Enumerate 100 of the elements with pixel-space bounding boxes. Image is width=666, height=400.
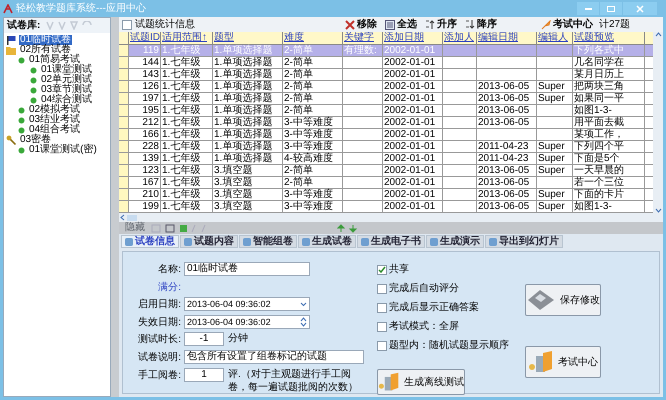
table-cell: 一天早晨的 (574, 166, 624, 176)
checkbox[interactable] (377, 322, 387, 332)
column-header[interactable]: 试题预览 (573, 32, 645, 44)
toolbar-button[interactable]: 降序 (465, 17, 497, 32)
table-cell: 139 (142, 154, 159, 164)
scroll-thumb[interactable] (127, 214, 137, 220)
table-cell: 2002-01-01 (384, 154, 436, 164)
exam-center-button[interactable]: 考试中心 (541, 17, 593, 32)
table-cell: 2-简单 (284, 166, 313, 176)
table-cell: 几名同学在 (574, 58, 624, 68)
tree-item[interactable]: 02模拟考试 (28, 105, 82, 115)
tree-item[interactable]: 02所有试卷 (19, 45, 72, 55)
tree-item[interactable]: 01简易考试 (28, 55, 82, 65)
table-cell: 2002-01-01 (384, 70, 436, 80)
table-row[interactable]: 123 1.七年级 3.填空题 2-简单 2002-01-01 2013-06-05 Super 一天早晨的 (119, 165, 653, 177)
table-cell: 2-简单 (284, 94, 313, 104)
table-cell: 2002-01-01 (384, 130, 436, 140)
tree-item[interactable]: 04综合测试 (40, 95, 94, 105)
table-row[interactable]: 143 1.七年级 1.单项选择题 2-简单 2002-01-01 某月日历上 (119, 69, 653, 81)
table-cell: 1.七年级 (162, 178, 200, 188)
table-cell: 1.单项选择题 (214, 94, 272, 104)
date-field[interactable]: 2013-06-04 09:36:02 (184, 297, 310, 312)
vertical-scrollbar[interactable] (653, 32, 663, 213)
checkbox[interactable] (377, 284, 387, 294)
checkbox-label: 完成后显示正确答案 (389, 300, 479, 315)
table-cell: 2013-06-05 (478, 82, 530, 92)
toolbar-button[interactable]: 全选 (385, 17, 417, 32)
column-header[interactable]: 试题ID (129, 32, 161, 44)
horizontal-scrollbar[interactable] (119, 213, 663, 222)
name-field[interactable]: 01临时试卷 (184, 262, 310, 276)
number-field[interactable]: 1 (184, 368, 224, 382)
maximize-button[interactable] (600, 2, 622, 15)
sort-descending-icon (465, 19, 475, 30)
table-row[interactable]: 167 1.七年级 3.填空题 2-简单 2002-01-01 2013-06-05 若一个三位 (119, 177, 653, 189)
column-header[interactable]: 题型 (213, 32, 283, 44)
table-row[interactable]: 126 1.七年级 1.单项选择题 2-简单 2002-01-01 2013-06-05 Super 把两块三角 (119, 81, 653, 93)
table-cell: 2002-01-01 (384, 190, 436, 200)
description-field[interactable]: 包含所有设置了组卷标记的试题 (184, 350, 364, 364)
table-row[interactable]: 195 1.七年级 1.单项选择题 2-简单 2002-01-01 2013-06-05 如图1-3- (119, 105, 653, 117)
table-row[interactable]: 166 1.七年级 1.单项选择题 3-中等难度 2002-01-01 某项工作， (119, 129, 653, 141)
tab[interactable]: 智能组卷 (239, 235, 297, 248)
tree-item[interactable]: 03章节测试 (40, 85, 94, 95)
action-button[interactable]: 考试中心 (525, 346, 601, 378)
table-cell: 某项工作， (574, 130, 624, 140)
table-cell: 1.七年级 (162, 166, 200, 176)
table-cell: 2013-06-05 (478, 94, 530, 104)
table-cell: 2011-04-23 (478, 154, 528, 164)
checkbox-label: 完成后自动评分 (389, 282, 459, 296)
dot-icon (18, 106, 25, 114)
checkbox[interactable] (377, 264, 387, 274)
table-row[interactable]: 197 1.七年级 1.单项选择题 2-简单 2002-01-01 2013-06-05 Super 如果同一平 (119, 93, 653, 105)
table-cell: 下面的卡片 (574, 190, 624, 200)
chevron-up-icon (654, 32, 662, 37)
checkbox[interactable] (377, 302, 387, 312)
tab[interactable]: 试题内容 (180, 235, 238, 248)
table-cell: Super (538, 82, 565, 92)
tree-item[interactable]: 04组合考试 (28, 125, 82, 135)
toolbar-button[interactable]: 移除 (345, 17, 377, 32)
table-row[interactable]: 199 1.七年级 3.填空题 3-中等难度 2002-01-01 2013-06-05 Super 如图1-3- (119, 201, 653, 213)
checkbox[interactable] (122, 20, 132, 30)
column-header[interactable]: 添加日期 (383, 32, 443, 44)
tree-item[interactable]: 03结业考试 (28, 115, 82, 125)
table-row[interactable]: 139 1.七年级 1.单项选择题 4-较高难度 2002-01-01 2011-04-23 Super 下面是5个 (119, 153, 653, 165)
tab[interactable]: 导出到幻灯片 (485, 235, 563, 248)
minimize-button[interactable] (577, 2, 599, 15)
tab[interactable]: 生成试卷 (298, 235, 356, 248)
checkbox[interactable] (377, 340, 387, 350)
table-cell: 1.七年级 (162, 130, 200, 140)
tree-item[interactable]: 03密卷 (19, 135, 52, 145)
table-row[interactable]: 228 1.七年级 1.单项选择题 3-中等难度 2002-01-01 2011-04-23 Super 下列四个平 (119, 141, 653, 153)
table-row[interactable]: 144 1.七年级 1.单项选择题 2-简单 2002-01-01 几名同学在 (119, 57, 653, 69)
column-header[interactable]: 适用范围↑ (161, 32, 213, 44)
table-cell: Super (538, 166, 565, 176)
table-cell: Super (538, 190, 565, 200)
table-cell: 2002-01-01 (384, 166, 436, 176)
action-button[interactable]: 保存修改 (525, 284, 601, 316)
table-cell: 1.七年级 (162, 142, 200, 152)
table-cell: 2002-01-01 (384, 118, 436, 128)
table-cell: 2002-01-01 (384, 58, 436, 68)
action-button[interactable]: 生成离线测试 (377, 369, 465, 395)
table-cell: 3.填空题 (214, 202, 252, 212)
close-button[interactable] (623, 2, 657, 15)
tree-item[interactable]: 01课堂测试 (40, 65, 94, 75)
field-label: 失效日期: (137, 316, 181, 330)
tab[interactable]: 生成演示 (426, 235, 484, 248)
table-row[interactable]: 210 1.七年级 3.填空题 3-中等难度 2002-01-01 2013-06-05 Super 下面的卡片 (119, 189, 653, 201)
tree-item[interactable]: 02单元测试 (40, 75, 94, 85)
table-cell: 如果同一平 (574, 94, 624, 104)
tree-item[interactable]: 01课堂测试(密) (28, 145, 98, 155)
column-header[interactable]: 编辑人 (537, 32, 573, 44)
column-header[interactable]: 编辑日期 (477, 32, 537, 44)
number-field[interactable]: -1 (184, 332, 224, 346)
checkbox-label: 题型内：随机试题显示顺序 (389, 338, 509, 353)
toolbar-button[interactable]: 升序 (425, 17, 457, 32)
table-row[interactable]: 212 1.七年级 1.单项选择题 3-中等难度 2002-01-01 2013-06-05 用平面去截 (119, 117, 653, 129)
tab[interactable]: 试卷信息 (121, 235, 179, 248)
date-field[interactable]: 2013-06-04 09:36:02 (184, 314, 310, 329)
tab[interactable]: 生成电子书 (357, 235, 425, 248)
column-header[interactable]: 添加人 (443, 32, 477, 44)
dot-icon (18, 56, 25, 64)
